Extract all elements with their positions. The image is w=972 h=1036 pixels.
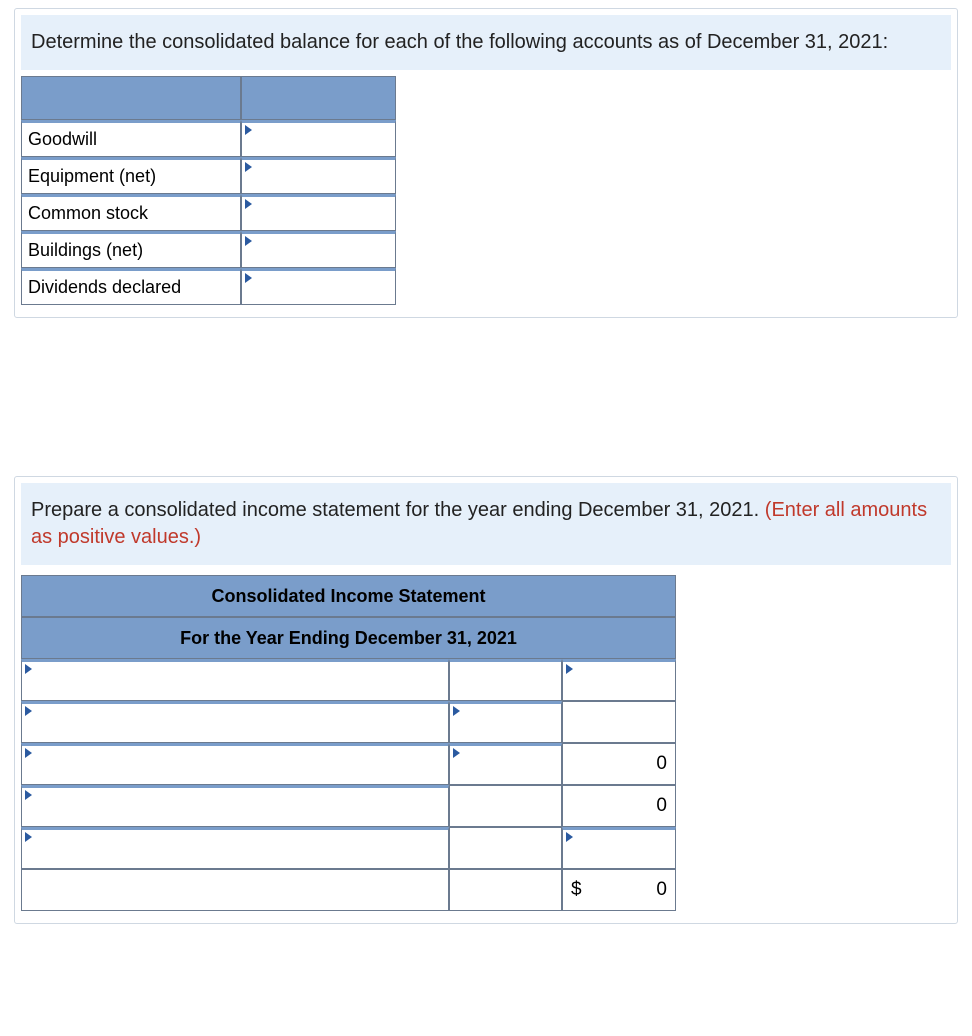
income-desc-input[interactable] [21, 701, 449, 743]
income-panel: Prepare a consolidated income statement … [14, 476, 958, 924]
income-title1: Consolidated Income Statement [21, 575, 676, 617]
income-amt2-value: 0 [656, 753, 667, 774]
income-amt2-value: 0 [656, 795, 667, 816]
balances-row-label: Common stock [21, 194, 241, 231]
income-amt1-input[interactable] [449, 701, 562, 743]
balances-row-input[interactable] [241, 268, 396, 305]
balances-header-col2 [241, 76, 396, 120]
balances-panel: Determine the consolidated balance for e… [14, 8, 958, 318]
dollar-sign: $ [571, 879, 582, 901]
balances-row-label: Dividends declared [21, 268, 241, 305]
income-title2: For the Year Ending December 31, 2021 [21, 617, 676, 659]
income-amt1-cell [449, 785, 562, 827]
income-amt1-cell [449, 869, 562, 911]
income-amt2-cell: 0 [562, 785, 676, 827]
income-desc-input[interactable] [21, 827, 449, 869]
balances-table: Goodwill Equipment (net) Common stock Bu… [21, 76, 396, 305]
income-desc-input[interactable] [21, 659, 449, 701]
income-amt2-input[interactable] [562, 659, 676, 701]
income-amt2-value: 0 [656, 879, 667, 900]
balances-row-input[interactable] [241, 231, 396, 268]
income-amt1-cell [449, 827, 562, 869]
instruction-section1: Determine the consolidated balance for e… [21, 15, 951, 70]
income-amt1-cell [449, 659, 562, 701]
chevron-right-icon [245, 273, 252, 283]
income-amt2-cell [562, 701, 676, 743]
income-desc-cell [21, 869, 449, 911]
income-amt1-input[interactable] [449, 743, 562, 785]
income-total-cell: $ 0 [562, 869, 676, 911]
chevron-right-icon [25, 748, 32, 758]
balances-row-label: Equipment (net) [21, 157, 241, 194]
chevron-right-icon [453, 706, 460, 716]
balances-row-label: Buildings (net) [21, 231, 241, 268]
balances-row-input[interactable] [241, 120, 396, 157]
chevron-right-icon [245, 236, 252, 246]
balances-header-col1 [21, 76, 241, 120]
chevron-right-icon [245, 125, 252, 135]
chevron-right-icon [25, 706, 32, 716]
balances-row-input[interactable] [241, 194, 396, 231]
income-amt2-cell: 0 [562, 743, 676, 785]
income-desc-input[interactable] [21, 785, 449, 827]
chevron-right-icon [566, 664, 573, 674]
chevron-right-icon [25, 790, 32, 800]
balances-row-input[interactable] [241, 157, 396, 194]
chevron-right-icon [25, 664, 32, 674]
instruction-main-text: Prepare a consolidated income statement … [31, 499, 765, 521]
chevron-right-icon [453, 748, 460, 758]
instruction-section2: Prepare a consolidated income statement … [21, 483, 951, 565]
balances-row-label: Goodwill [21, 120, 241, 157]
chevron-right-icon [566, 832, 573, 842]
chevron-right-icon [245, 162, 252, 172]
income-desc-input[interactable] [21, 743, 449, 785]
spacer [0, 318, 972, 468]
chevron-right-icon [245, 199, 252, 209]
chevron-right-icon [25, 832, 32, 842]
income-table: Consolidated Income Statement For the Ye… [21, 575, 676, 911]
income-amt2-input[interactable] [562, 827, 676, 869]
